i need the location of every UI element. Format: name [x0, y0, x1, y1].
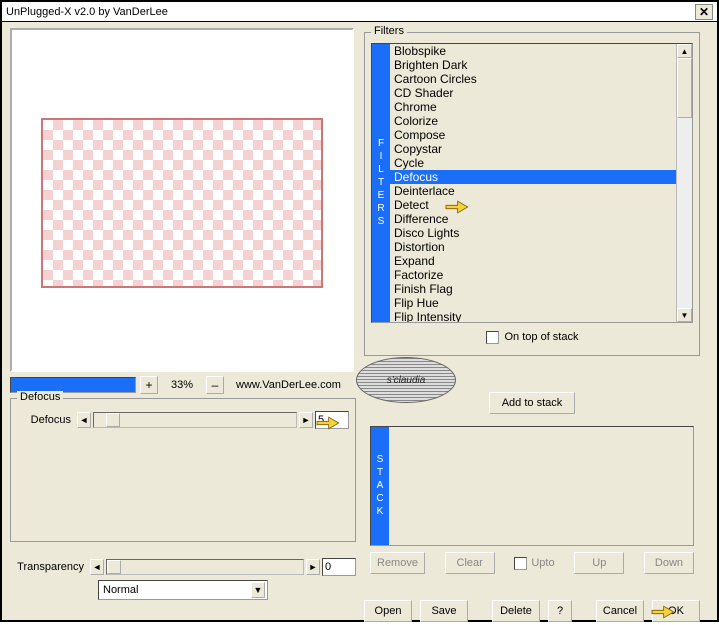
stack-vertical-label: STACK	[371, 427, 389, 545]
list-item[interactable]: Chrome	[390, 100, 676, 114]
up-button[interactable]: Up	[574, 552, 624, 574]
zoom-percent: 33%	[162, 379, 202, 391]
list-item[interactable]: Flip Hue	[390, 296, 676, 310]
on-top-checkbox[interactable]	[486, 331, 499, 344]
zoom-in-button[interactable]: +	[140, 376, 158, 394]
list-item[interactable]: Detect	[390, 198, 676, 212]
defocus-group: Defocus Defocus ◄ ►	[10, 398, 356, 542]
list-item[interactable]: CD Shader	[390, 86, 676, 100]
transparency-increase-button[interactable]: ►	[306, 559, 320, 575]
list-item[interactable]: Compose	[390, 128, 676, 142]
scrollbar-thumb[interactable]	[677, 58, 692, 118]
stack-group: STACK Remove Clear Upto Up Down	[364, 426, 700, 590]
scrollbar-up-button[interactable]: ▲	[677, 44, 692, 58]
upto-checkbox[interactable]	[514, 557, 527, 570]
delete-button[interactable]: Delete	[492, 600, 540, 622]
filters-vertical-label: FILTERS	[372, 44, 390, 322]
preview-image	[41, 118, 323, 288]
transparency-slider[interactable]	[106, 559, 304, 575]
transparency-slider-thumb[interactable]	[107, 560, 121, 574]
list-item[interactable]: Flip Intensity	[390, 310, 676, 322]
transparency-decrease-button[interactable]: ◄	[90, 559, 104, 575]
defocus-label: Defocus	[17, 414, 75, 426]
list-item[interactable]: Colorize	[390, 114, 676, 128]
list-item[interactable]: Blobspike	[390, 44, 676, 58]
defocus-increase-button[interactable]: ►	[299, 412, 313, 428]
list-item[interactable]: Difference	[390, 212, 676, 226]
remove-button[interactable]: Remove	[370, 552, 425, 574]
list-item[interactable]: Deinterlace	[390, 184, 676, 198]
save-button[interactable]: Save	[420, 600, 468, 622]
logo-badge: s'claudia	[356, 357, 456, 403]
clear-button[interactable]: Clear	[445, 552, 495, 574]
blend-mode-combo[interactable]: Normal ▼	[98, 580, 268, 600]
zoom-out-button[interactable]: –	[206, 376, 224, 394]
blend-mode-value: Normal	[103, 584, 138, 596]
open-button[interactable]: Open	[364, 600, 412, 622]
defocus-slider-thumb[interactable]	[106, 413, 120, 427]
list-item[interactable]: Disco Lights	[390, 226, 676, 240]
ok-button[interactable]: OK	[652, 600, 700, 622]
list-item[interactable]: Cartoon Circles	[390, 72, 676, 86]
list-item[interactable]: Factorize	[390, 268, 676, 282]
list-item[interactable]: Defocus	[390, 170, 676, 184]
list-item[interactable]: Copystar	[390, 142, 676, 156]
upto-label: Upto	[531, 557, 554, 569]
filters-group: Filters FILTERS BlobspikeBrighten DarkCa…	[364, 32, 700, 356]
list-item[interactable]: Cycle	[390, 156, 676, 170]
app-window: UnPlugged-X v2.0 by VanDerLee ✕ + 33% – …	[0, 0, 719, 622]
down-button[interactable]: Down	[644, 552, 694, 574]
close-button[interactable]: ✕	[695, 4, 713, 20]
list-item[interactable]: Brighten Dark	[390, 58, 676, 72]
cancel-button[interactable]: Cancel	[596, 600, 644, 622]
on-top-label: On top of stack	[505, 331, 579, 343]
defocus-slider[interactable]	[93, 412, 297, 428]
scrollbar-down-button[interactable]: ▼	[677, 308, 692, 322]
transparency-label: Transparency	[10, 561, 88, 573]
list-item[interactable]: Distortion	[390, 240, 676, 254]
defocus-decrease-button[interactable]: ◄	[77, 412, 91, 428]
filters-list[interactable]: BlobspikeBrighten DarkCartoon CirclesCD …	[390, 44, 676, 322]
defocus-group-title: Defocus	[17, 391, 63, 403]
defocus-value-input[interactable]	[315, 411, 349, 429]
window-title: UnPlugged-X v2.0 by VanDerLee	[6, 6, 695, 18]
stack-list[interactable]	[389, 427, 693, 545]
list-item[interactable]: Finish Flag	[390, 282, 676, 296]
filters-group-title: Filters	[371, 25, 407, 37]
website-link[interactable]: www.VanDerLee.com	[236, 379, 341, 391]
list-item[interactable]: Expand	[390, 254, 676, 268]
add-to-stack-button[interactable]: Add to stack	[489, 392, 575, 414]
filters-scrollbar[interactable]: ▲ ▼	[676, 44, 692, 322]
preview-panel	[10, 28, 354, 372]
chevron-down-icon: ▼	[251, 582, 265, 598]
transparency-value-input[interactable]	[322, 558, 356, 576]
help-button[interactable]: ?	[548, 600, 572, 622]
titlebar: UnPlugged-X v2.0 by VanDerLee ✕	[2, 2, 717, 22]
